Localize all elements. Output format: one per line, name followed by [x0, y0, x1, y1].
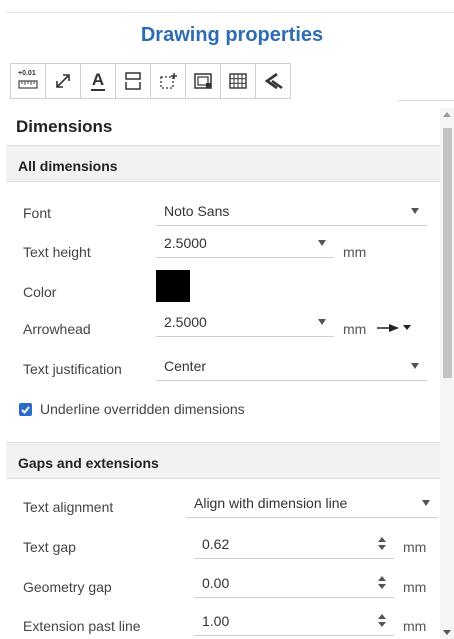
scroll-up-icon[interactable]	[443, 112, 451, 117]
text-gap-input[interactable]: 0.62	[194, 531, 394, 559]
tables-tab[interactable]	[115, 63, 151, 99]
text-height-unit: mm	[343, 244, 367, 260]
chevron-down-icon	[318, 319, 326, 325]
vertical-scrollbar[interactable]	[440, 108, 454, 639]
arrowhead-label: Arrowhead	[23, 321, 91, 337]
chevron-down-icon	[422, 500, 430, 506]
chevron-down-icon	[318, 240, 326, 246]
section-title: Dimensions	[16, 117, 113, 136]
extension-past-line-unit: mm	[403, 618, 427, 634]
callout-tab[interactable]	[255, 63, 291, 99]
arrowhead-select[interactable]: 2.5000	[156, 309, 334, 337]
text-height-select[interactable]: 2.5000	[156, 230, 334, 258]
extension-past-line-input[interactable]: 1.00	[194, 608, 394, 636]
gaps-header: Gaps and extensions	[6, 442, 440, 479]
scrollbar-thumb[interactable]	[443, 128, 452, 378]
spinner-icon[interactable]	[378, 614, 386, 628]
properties-panel: Dimensions All dimensions Font Noto Sans…	[6, 103, 440, 639]
grid-icon	[229, 73, 247, 89]
text-alignment-select[interactable]: Align with dimension line	[186, 490, 438, 518]
arrow-style-icon	[377, 324, 411, 332]
views-tab[interactable]	[185, 63, 221, 99]
underline-label: Underline overridden dimensions	[40, 401, 245, 417]
arrowhead-value: 2.5000	[164, 314, 207, 330]
tab-bar: +0.01 A	[10, 63, 291, 101]
spinner-icon[interactable]	[378, 576, 386, 590]
text-tab-glyph: A	[91, 70, 105, 89]
grid-tab[interactable]	[220, 63, 256, 99]
geometry-gap-value: 0.00	[202, 575, 230, 591]
chevron-down-icon	[411, 363, 419, 369]
datum-tab[interactable]	[150, 63, 186, 99]
all-dimensions-header: All dimensions	[6, 145, 440, 182]
units-tab[interactable]: +0.01	[10, 63, 46, 99]
dimensions-tab[interactable]	[45, 63, 81, 99]
text-gap-label: Text gap	[23, 539, 76, 555]
scroll-down-icon[interactable]	[443, 630, 451, 635]
ruler-units-icon: +0.01	[17, 70, 39, 92]
text-height-value: 2.5000	[164, 235, 207, 251]
text-gap-value: 0.62	[202, 536, 230, 552]
checkmark-icon	[21, 406, 30, 414]
color-swatch[interactable]	[156, 270, 190, 302]
geometry-gap-input[interactable]: 0.00	[194, 570, 394, 598]
text-tab[interactable]: A	[80, 63, 116, 99]
text-justification-select[interactable]: Center	[156, 353, 427, 381]
tab-bar-divider	[398, 100, 454, 101]
underline-checkbox[interactable]	[19, 403, 32, 416]
font-value: Noto Sans	[164, 203, 230, 219]
dimension-arrow-icon	[56, 74, 70, 88]
geometry-gap-unit: mm	[403, 579, 427, 595]
extension-past-line-label: Extension past line	[23, 618, 141, 634]
arrow-style-dropdown[interactable]	[375, 320, 417, 336]
geometry-gap-label: Geometry gap	[23, 579, 112, 595]
chevron-down-icon	[411, 208, 419, 214]
text-gap-unit: mm	[403, 539, 427, 555]
color-label: Color	[23, 284, 57, 300]
text-alignment-value: Align with dimension line	[194, 495, 348, 511]
arrowhead-unit: mm	[343, 321, 367, 337]
header-divider	[6, 12, 454, 13]
table-header-icon	[125, 72, 141, 90]
spinner-icon[interactable]	[378, 537, 386, 551]
extension-past-line-value: 1.00	[202, 613, 230, 629]
text-underline-icon: A	[91, 71, 105, 91]
datum-add-icon	[160, 73, 177, 89]
view-frame-icon	[194, 73, 212, 89]
callout-check-icon	[264, 72, 283, 90]
text-justification-label: Text justification	[23, 361, 122, 377]
font-select[interactable]: Noto Sans	[156, 198, 427, 226]
text-justification-value: Center	[164, 358, 207, 374]
font-label: Font	[23, 205, 52, 221]
text-height-label: Text height	[23, 244, 91, 260]
text-alignment-label: Text alignment	[23, 499, 114, 515]
panel-title: Drawing properties	[140, 24, 324, 46]
